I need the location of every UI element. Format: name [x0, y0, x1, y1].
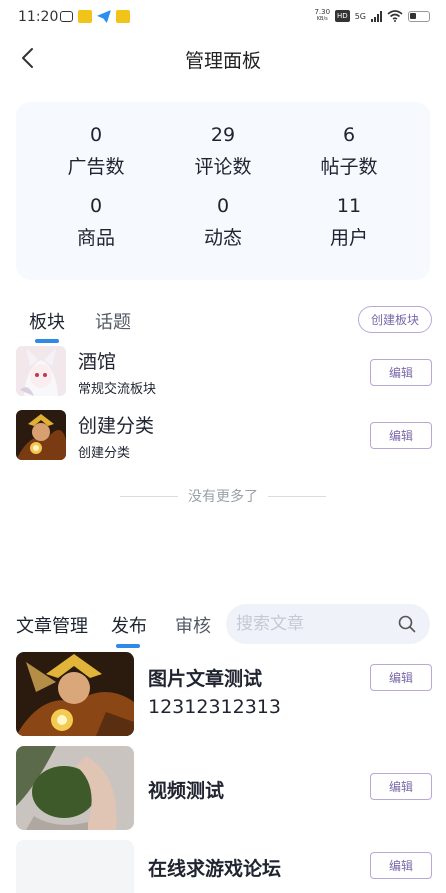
article-title: 在线求游戏论坛	[148, 858, 282, 880]
hd-icon: HD	[335, 10, 350, 22]
list-item[interactable]: 图片文章测试 12312312313 编辑	[16, 652, 432, 736]
stat-value: 11	[336, 195, 362, 217]
article-management-header: 文章管理 发布 审核	[0, 600, 446, 650]
tab-published[interactable]: 发布	[111, 612, 147, 638]
board-description: 创建分类	[78, 446, 131, 461]
stat-label: 用户	[329, 227, 368, 249]
wifi-icon	[387, 10, 403, 22]
board-thumbnail	[16, 346, 66, 396]
article-title: 图片文章测试	[148, 668, 263, 690]
stat-user-count[interactable]: 11 用户	[289, 195, 409, 250]
edit-button[interactable]: 编辑	[370, 664, 432, 691]
stat-value: 6	[342, 124, 356, 146]
article-thumbnail	[16, 840, 134, 893]
board-thumbnail	[16, 410, 66, 460]
stat-label: 帖子数	[320, 156, 378, 178]
board-tabs: 板块 话题 创建板块	[0, 300, 446, 344]
page-title: 管理面板	[184, 50, 261, 72]
search-icon[interactable]	[398, 615, 416, 633]
list-item[interactable]: 视频测试 编辑	[16, 746, 432, 830]
edit-button[interactable]: 编辑	[370, 773, 432, 800]
stat-value: 0	[89, 195, 103, 217]
article-thumbnail	[16, 652, 134, 736]
board-description: 常规交流板块	[78, 382, 157, 397]
status-right-icons: 7.30 KB/s HD 5G	[314, 9, 430, 23]
search-input[interactable]	[236, 604, 386, 644]
article-thumbnail	[16, 746, 134, 830]
yellow-app-icon	[116, 10, 130, 23]
telegram-icon	[97, 10, 111, 23]
stat-label: 商品	[76, 227, 115, 249]
tv-app-icon	[60, 11, 73, 22]
edit-button[interactable]: 编辑	[370, 359, 432, 386]
stat-label: 评论数	[194, 156, 252, 178]
board-name: 创建分类	[78, 415, 155, 437]
tab-review[interactable]: 审核	[175, 612, 211, 638]
divider-line	[120, 495, 178, 497]
stat-comment-count[interactable]: 29 评论数	[163, 124, 283, 179]
net-speed: 7.30 KB/s	[314, 9, 330, 23]
stat-post-count[interactable]: 6 帖子数	[289, 124, 409, 179]
create-board-button[interactable]: 创建板块	[358, 306, 432, 333]
stat-value: 0	[89, 124, 103, 146]
list-item[interactable]: 酒馆 常规交流板块 编辑	[16, 346, 432, 398]
tab-active-indicator	[116, 644, 140, 648]
status-notification-icons	[60, 10, 130, 23]
article-subtitle: 12312312313	[148, 696, 281, 718]
signal-icon	[371, 10, 382, 22]
edit-button[interactable]: 编辑	[370, 422, 432, 449]
stat-ad-count[interactable]: 0 广告数	[36, 124, 156, 179]
stat-label: 广告数	[67, 156, 125, 178]
article-title: 视频测试	[148, 780, 225, 802]
edit-button[interactable]: 编辑	[370, 852, 432, 879]
status-bar: 11:20 7.30 KB/s HD 5G	[0, 0, 446, 36]
no-more-text: 没有更多了	[188, 489, 258, 505]
net-speed-unit: KB/s	[316, 16, 328, 22]
nav-bar: 管理面板	[0, 36, 446, 82]
list-item[interactable]: 在线求游戏论坛 编辑	[16, 840, 432, 893]
board-name: 酒馆	[78, 351, 117, 373]
net-speed-value: 7.30	[314, 8, 331, 16]
tab-boards[interactable]: 板块	[29, 308, 65, 334]
status-time: 11:20	[18, 9, 59, 25]
stat-moment-count[interactable]: 0 动态	[163, 195, 283, 250]
stat-label: 动态	[203, 227, 242, 249]
divider-line	[268, 495, 326, 497]
stat-value: 0	[216, 195, 230, 217]
tab-topics[interactable]: 话题	[95, 308, 131, 334]
battery-icon	[408, 10, 430, 22]
list-item[interactable]: 创建分类 创建分类 编辑	[16, 410, 432, 462]
stats-card: 0 广告数 29 评论数 6 帖子数 0 商品 0 动态 11 用户	[16, 102, 430, 280]
stat-value: 29	[210, 124, 236, 146]
article-search-box	[226, 604, 430, 644]
network-type: 5G	[354, 11, 366, 21]
tab-active-indicator	[35, 339, 59, 343]
no-more-divider: 没有更多了	[0, 486, 446, 506]
article-management-label: 文章管理	[16, 616, 88, 637]
stat-product-count[interactable]: 0 商品	[36, 195, 156, 250]
yellow-app-icon	[78, 10, 92, 23]
